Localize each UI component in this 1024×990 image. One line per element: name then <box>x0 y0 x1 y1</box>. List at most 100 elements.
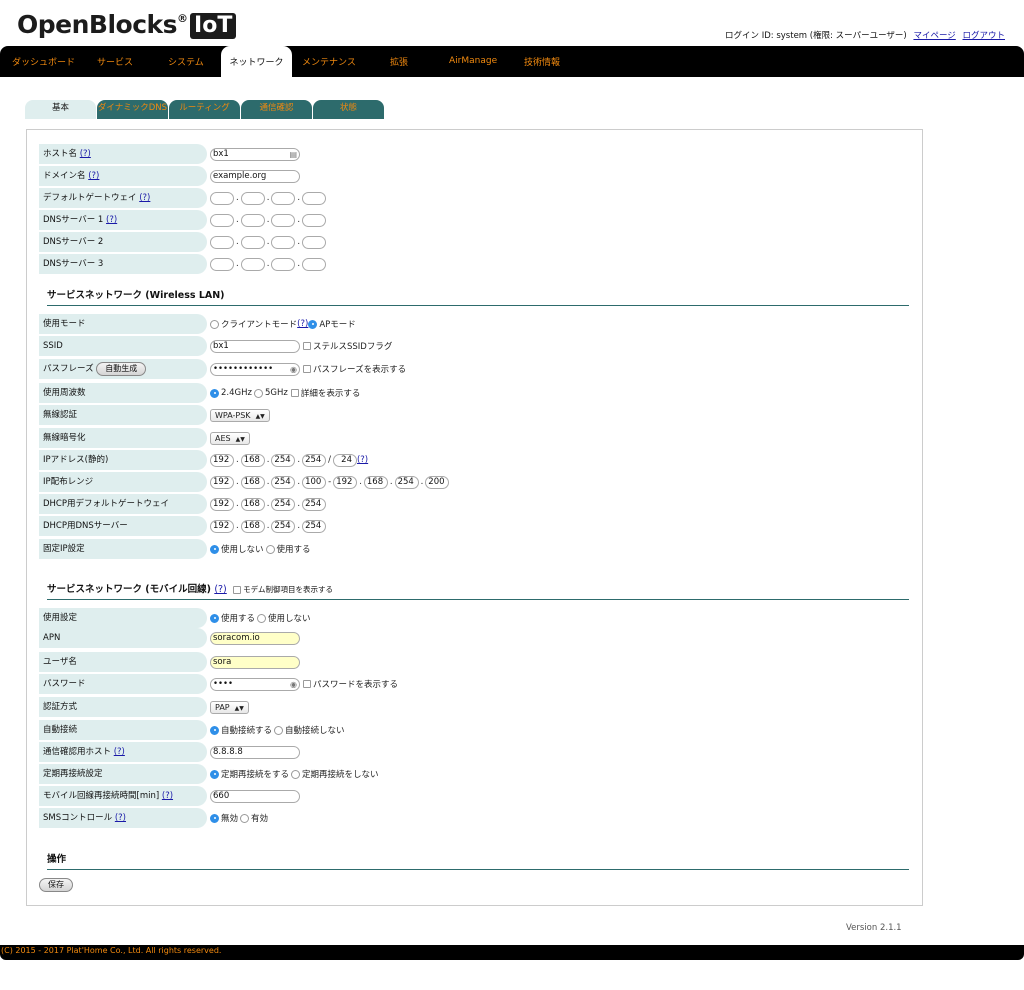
periodic-off-radio[interactable] <box>291 769 301 779</box>
password-input[interactable]: •••• ◉ <box>210 677 300 691</box>
client-mode-help-link[interactable]: (?) <box>297 319 308 329</box>
dns3-octet-4[interactable] <box>302 257 327 271</box>
mobile-help-link[interactable]: (?) <box>214 584 226 595</box>
logout-link[interactable]: ログアウト <box>962 31 1005 41</box>
dhcp-gw-octet-2[interactable]: 168 <box>240 497 265 511</box>
show-passphrase-checkbox[interactable] <box>303 365 311 373</box>
range-end-octet-3[interactable]: 254 <box>394 475 419 489</box>
dhcp-gw-octet-4[interactable]: 254 <box>302 497 327 511</box>
freq-5ghz-radio[interactable] <box>253 388 263 398</box>
range-end-octet-4[interactable]: 200 <box>425 475 450 489</box>
periodic-on-radio[interactable] <box>210 769 219 779</box>
range-start-octet-4[interactable]: 100 <box>302 475 327 489</box>
dns2-octet-4[interactable] <box>302 235 327 249</box>
dhcp-dns-octet-4[interactable]: 254 <box>302 519 327 533</box>
mypage-link[interactable]: マイページ <box>913 31 955 41</box>
dhcp-dns-octet-1[interactable]: 192 <box>210 519 234 533</box>
wlan-auth-select[interactable]: WPA-PSK ▲▼ <box>210 408 270 422</box>
nav-maintenance[interactable]: メンテナンス <box>302 46 356 77</box>
hostname-input[interactable]: bx1 ▤ <box>210 147 300 161</box>
apn-input[interactable]: soracom.io <box>210 631 300 645</box>
nav-dashboard[interactable]: ダッシュボード <box>12 46 75 77</box>
passphrase-input[interactable]: •••••••••••• ◉ <box>210 362 300 376</box>
apn-label: APN <box>39 628 207 648</box>
tab-basic[interactable]: 基本 <box>25 100 96 119</box>
sms-on-radio[interactable] <box>240 813 250 823</box>
reveal-icon[interactable]: ◉ <box>290 679 297 690</box>
gateway-octet-4[interactable] <box>302 191 327 205</box>
ip-octet-2[interactable]: 168 <box>240 453 265 467</box>
dns3-octet-3[interactable] <box>271 257 296 271</box>
tab-status[interactable]: 状態 <box>313 100 384 119</box>
dns2-octet-1[interactable] <box>210 235 234 249</box>
stealth-ssid-checkbox[interactable] <box>303 342 311 350</box>
dns1-octet-1[interactable] <box>210 213 234 227</box>
check-host-input[interactable]: 8.8.8.8 <box>210 745 300 759</box>
nav-system[interactable]: システム <box>168 46 204 77</box>
range-end-octet-1[interactable]: 192 <box>333 475 358 489</box>
ap-mode-radio[interactable] <box>308 319 318 329</box>
tab-connectivity-check[interactable]: 通信確認 <box>241 100 312 119</box>
freq-24ghz-radio[interactable] <box>210 388 219 398</box>
client-mode-radio[interactable] <box>210 319 219 329</box>
dns2-octet-2[interactable] <box>240 235 265 249</box>
mobile-auth-select[interactable]: PAP ▲▼ <box>210 700 249 714</box>
dns1-octet-3[interactable] <box>271 213 296 227</box>
gateway-help-link[interactable]: (?) <box>139 193 150 203</box>
auto-connect-on-radio[interactable] <box>210 725 219 735</box>
tab-routing[interactable]: ルーティング <box>169 100 240 119</box>
nav-network[interactable]: ネットワーク <box>221 46 292 77</box>
dhcp-gw-octet-1[interactable]: 192 <box>210 497 234 511</box>
fixed-ip-off-radio[interactable] <box>210 544 219 554</box>
row-password: パスワード •••• ◉ パスワードを表示する <box>39 674 899 694</box>
nav-services[interactable]: サービス <box>97 46 133 77</box>
dns1-octet-4[interactable] <box>302 213 327 227</box>
hostname-help-link[interactable]: (?) <box>80 149 91 159</box>
range-start-octet-3[interactable]: 254 <box>271 475 296 489</box>
gateway-octet-3[interactable] <box>271 191 296 205</box>
username-input[interactable]: sora <box>210 655 300 669</box>
domain-help-link[interactable]: (?) <box>88 171 99 181</box>
range-end-octet-2[interactable]: 168 <box>363 475 388 489</box>
ip-octet-4[interactable]: 254 <box>302 453 327 467</box>
nav-extensions[interactable]: 拡張 <box>390 46 408 77</box>
fixed-ip-on-radio[interactable] <box>265 544 275 554</box>
nav-tech-info[interactable]: 技術情報 <box>524 46 560 77</box>
check-host-help-link[interactable]: (?) <box>114 747 125 757</box>
gateway-octet-1[interactable] <box>210 191 234 205</box>
dhcp-gw-octet-3[interactable]: 254 <box>271 497 296 511</box>
tab-dynamic-dns[interactable]: ダイナミックDNS <box>97 100 168 119</box>
dns2-octet-3[interactable] <box>271 235 296 249</box>
sms-off-radio[interactable] <box>210 813 219 823</box>
show-details-checkbox[interactable] <box>290 389 299 397</box>
modem-control-checkbox[interactable] <box>233 585 242 594</box>
save-button[interactable]: 保存 <box>39 878 73 892</box>
interval-input[interactable]: 660 <box>210 789 300 803</box>
dns3-octet-2[interactable] <box>240 257 265 271</box>
dns3-octet-1[interactable] <box>210 257 234 271</box>
interval-help-link[interactable]: (?) <box>162 791 173 801</box>
ip-help-link[interactable]: (?) <box>357 455 368 465</box>
show-password-checkbox[interactable] <box>303 680 311 688</box>
gateway-octet-2[interactable] <box>240 191 265 205</box>
mobile-section-title: サービスネットワーク (モバイル回線) <box>47 584 211 595</box>
nav-airmanage[interactable]: AirManage <box>449 46 497 77</box>
dhcp-dns-octet-3[interactable]: 254 <box>271 519 296 533</box>
auto-generate-button[interactable]: 自動生成 <box>96 362 147 376</box>
dns1-octet-2[interactable] <box>240 213 265 227</box>
range-start-octet-2[interactable]: 168 <box>240 475 265 489</box>
reveal-icon[interactable]: ◉ <box>290 364 297 375</box>
sms-help-link[interactable]: (?) <box>115 813 126 823</box>
auto-connect-off-radio[interactable] <box>274 725 284 735</box>
dns1-help-link[interactable]: (?) <box>106 215 117 225</box>
mobile-use-on-radio[interactable] <box>210 613 219 623</box>
ip-octet-1[interactable]: 192 <box>210 453 234 467</box>
mobile-use-off-radio[interactable] <box>257 613 267 623</box>
range-start-octet-1[interactable]: 192 <box>210 475 234 489</box>
domain-input[interactable]: example.org <box>210 169 300 183</box>
ip-octet-3[interactable]: 254 <box>271 453 296 467</box>
ip-prefix-input[interactable]: 24 <box>332 453 357 467</box>
dhcp-dns-octet-2[interactable]: 168 <box>240 519 265 533</box>
ssid-input[interactable]: bx1 <box>210 339 300 353</box>
wlan-enc-select[interactable]: AES ▲▼ <box>210 431 250 445</box>
